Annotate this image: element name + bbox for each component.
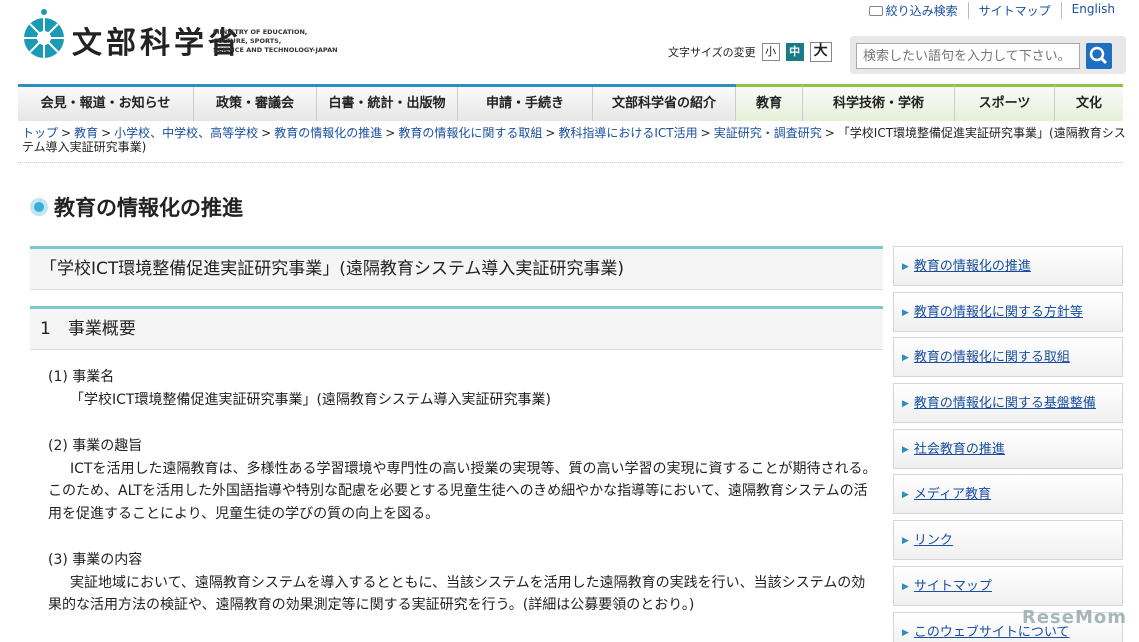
side-nav-link[interactable]: メディア教育 xyxy=(914,487,991,502)
english-link[interactable]: English xyxy=(1060,2,1125,19)
side-nav-item[interactable]: ▶ リンク xyxy=(893,520,1123,561)
side-nav-link[interactable]: 教育の情報化に関する方針等 xyxy=(914,305,1083,320)
triangle-right-icon: ▶ xyxy=(902,262,909,272)
side-nav-item[interactable]: ▶ 社会教育の推進 xyxy=(893,428,1123,469)
item-heading: (2) 事業の趣旨 xyxy=(48,438,143,454)
side-nav-link[interactable]: リンク xyxy=(914,533,953,548)
font-size-control: 文字サイズの変更 小 中 大 xyxy=(668,42,832,62)
side-nav-item[interactable]: ▶ 教育の情報化に関する方針等 xyxy=(893,291,1123,332)
breadcrumb-link[interactable]: トップ xyxy=(22,126,58,140)
nav-item-policy[interactable]: 政策・審議会 xyxy=(194,87,317,121)
nav-item-application[interactable]: 申請・手続き xyxy=(458,87,593,121)
triangle-right-icon: ▶ xyxy=(902,353,909,364)
sitemap-link[interactable]: サイトマップ xyxy=(967,2,1061,19)
filter-search-link[interactable]: 絞り込み検索 xyxy=(859,2,968,19)
item-text: 「学校ICT環境整備促進実証研究事業」(遠隔教育システム導入実証研究事業) xyxy=(70,391,551,408)
breadcrumb-link[interactable]: 教育の情報化の推進 xyxy=(274,126,382,140)
font-size-medium-button[interactable]: 中 xyxy=(785,43,804,61)
nav-item-about[interactable]: 文部科学省の紹介 xyxy=(593,87,736,121)
triangle-right-icon: ▶ xyxy=(902,627,909,638)
item-text: 実証地域において、遠隔教育システムを導入するとともに、当該システムを活用した遠隔… xyxy=(48,574,866,614)
font-size-large-button[interactable]: 大 xyxy=(809,42,832,62)
triangle-right-icon: ▶ xyxy=(902,307,909,318)
nav-item-culture[interactable]: 文化 xyxy=(1055,84,1123,121)
page-heading: 「学校ICT環境整備促進実証研究事業」(遠隔教育システム導入実証研究事業) xyxy=(30,246,883,290)
side-nav-item[interactable]: ▶ 教育の情報化の推進 xyxy=(893,246,1123,286)
side-nav-link[interactable]: 教育の情報化に関する取組 xyxy=(914,350,1070,365)
font-size-small-button[interactable]: 小 xyxy=(761,43,780,61)
section-title: 教育の情報化の推進 xyxy=(30,192,243,222)
breadcrumb-link[interactable]: 小学校、中学校、高等学校 xyxy=(114,126,258,140)
font-size-label: 文字サイズの変更 xyxy=(668,46,756,59)
search-filter-icon xyxy=(868,6,883,16)
side-nav-link[interactable]: 教育の情報化に関する基盤整備 xyxy=(914,396,1096,411)
side-nav-item[interactable]: ▶ 教育の情報化に関する基盤整備 xyxy=(893,383,1123,424)
top-links: 絞り込み検索 サイトマップ English xyxy=(859,2,1125,19)
side-nav: ▶ 教育の情報化の推進 ▶ 教育の情報化に関する方針等 ▶ 教育の情報化に関する取組 … xyxy=(893,246,1123,642)
section-title-text: 教育の情報化の推進 xyxy=(54,196,243,220)
side-nav-item[interactable]: ▶ 教育の情報化に関する取組 xyxy=(893,337,1123,378)
breadcrumb-link[interactable]: 実証研究・調査研究 xyxy=(714,126,822,140)
item-text: ICTを活用した遠隔教育は、多様性ある学習環境や専門性の高い授業の実現等、質の高… xyxy=(48,460,877,522)
nav-item-science[interactable]: 科学技術・学術 xyxy=(803,84,955,121)
item-heading: (1) 事業名 xyxy=(48,369,115,385)
watermark-logo: ReseMom xyxy=(1021,607,1127,628)
logo-english: MINISTRY OF EDUCATION, CULTURE, SPORTS, … xyxy=(213,28,338,54)
nav-item-whitepaper[interactable]: 白書・統計・出版物 xyxy=(317,87,458,121)
global-nav: 会見・報道・お知らせ 政策・審議会 白書・統計・出版物 申請・手続き 文部科学省… xyxy=(18,84,1123,121)
search-icon xyxy=(1089,46,1108,65)
side-nav-item[interactable]: ▶ メディア教育 xyxy=(893,474,1123,515)
triangle-right-icon: ▶ xyxy=(902,399,909,410)
breadcrumb-link[interactable]: 教育の情報化に関する取組 xyxy=(398,126,542,140)
search-box xyxy=(850,36,1126,74)
nav-item-sports[interactable]: スポーツ xyxy=(955,84,1055,121)
triangle-right-icon: ▶ xyxy=(902,536,909,547)
triangle-right-icon: ▶ xyxy=(902,581,909,592)
nav-item-education[interactable]: 教育 xyxy=(736,84,803,121)
ministry-logo[interactable] xyxy=(18,8,70,60)
side-nav-link[interactable]: 社会教育の推進 xyxy=(914,442,1005,457)
site-header: 文部科学省 MINISTRY OF EDUCATION, CULTURE, SP… xyxy=(0,0,1139,82)
item-heading: (3) 事業の内容 xyxy=(48,552,143,568)
side-nav-link[interactable]: サイトマップ xyxy=(914,579,992,594)
side-nav-link[interactable]: 教育の情報化の推進 xyxy=(914,259,1031,274)
breadcrumb-link[interactable]: 教科指導におけるICT活用 xyxy=(558,126,697,140)
side-nav-item[interactable]: ▶ サイトマップ xyxy=(893,565,1123,606)
divider xyxy=(18,162,1123,163)
breadcrumb-link[interactable]: 教育 xyxy=(74,126,98,140)
bullet-icon xyxy=(30,198,48,216)
breadcrumb: トップ > 教育 > 小学校、中学校、高等学校 > 教育の情報化の推進 > 教育の情報化に関する… xyxy=(22,126,1126,154)
triangle-right-icon: ▶ xyxy=(902,490,909,501)
search-input[interactable] xyxy=(856,43,1080,69)
search-button[interactable] xyxy=(1086,43,1112,69)
nav-item-press[interactable]: 会見・報道・お知らせ xyxy=(18,87,194,121)
triangle-right-icon: ▶ xyxy=(902,444,909,455)
main-content: (1) 事業名 「学校ICT環境整備促進実証研究事業」(遠隔教育システム導入実証… xyxy=(48,366,878,617)
subsection-heading: 1 事業概要 xyxy=(30,306,883,350)
